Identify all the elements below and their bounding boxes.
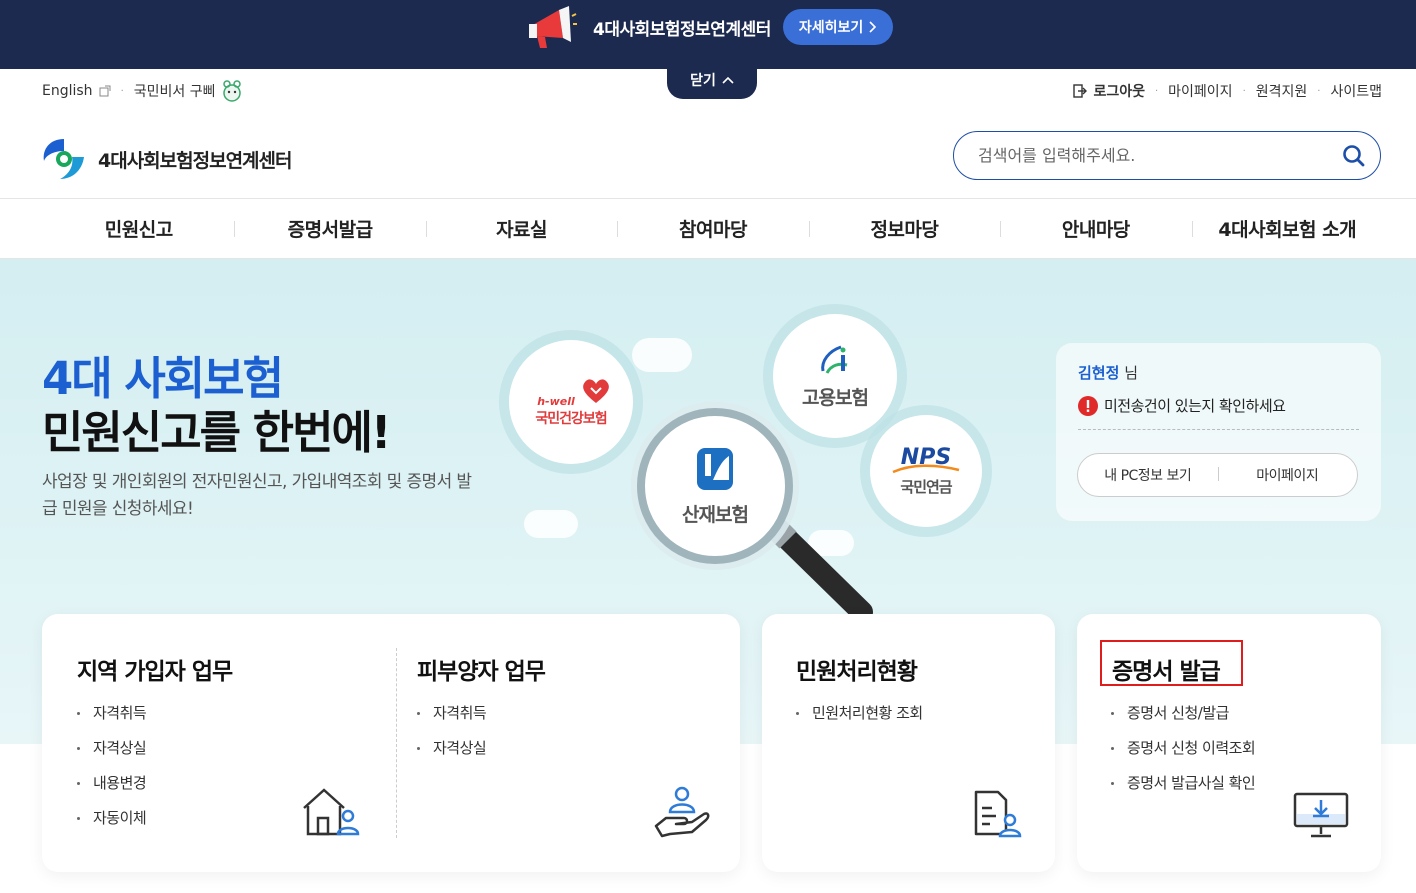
main-nav: 민원신고 증명서발급 자료실 참여마당 정보마당 안내마당 4대사회보험 소개	[0, 198, 1416, 259]
nav-item-certificate[interactable]: 증명서발급	[234, 215, 425, 242]
user-card-divider	[1078, 429, 1359, 430]
remote-support-link[interactable]: 원격지원	[1256, 81, 1308, 101]
nav-item-civil-report[interactable]: 민원신고	[43, 215, 234, 242]
banner-content: 4대사회보험정보연계센터 자세히보기	[525, 6, 894, 48]
chevron-up-icon	[722, 76, 734, 84]
list-item[interactable]: 민원처리현황 조회	[796, 703, 923, 738]
health-brand-text: h-well	[537, 394, 575, 408]
secretary-link[interactable]: 국민비서 구삐	[134, 81, 216, 101]
my-pc-info-button[interactable]: 내 PC정보 보기	[1078, 465, 1218, 485]
regional-subscriber-title: 지역 가입자 업무	[77, 659, 233, 685]
util-separator: ·	[1242, 85, 1246, 97]
util-separator: ·	[1154, 85, 1159, 97]
list-item[interactable]: 증명서 신청/발급	[1111, 703, 1255, 738]
chevron-right-icon	[869, 21, 877, 33]
house-user-icon	[303, 788, 360, 836]
english-link[interactable]: English	[42, 83, 93, 99]
gubbi-mascot-icon[interactable]	[221, 80, 243, 102]
banner-close-label: 닫기	[690, 73, 716, 89]
hero-description: 사업장 및 개인회원의 전자민원신고, 가입내역조회 및 증명서 발급 민원을 …	[42, 472, 472, 519]
status-list: 민원처리현황 조회	[796, 703, 923, 738]
list-item[interactable]: 내용변경	[77, 773, 147, 808]
user-info-card: 김현정 님 미전송건이 있는지 확인하세요 내 PC정보 보기 마이페이지	[1056, 343, 1381, 521]
nav-item-participation[interactable]: 참여마당	[617, 215, 808, 242]
list-item[interactable]: 자격상실	[77, 738, 147, 773]
nav-item-library[interactable]: 자료실	[425, 215, 617, 242]
employment-insurance-bubble: 고용보험	[773, 314, 897, 438]
monitor-download-icon	[1293, 792, 1349, 838]
logo-emblem-icon	[43, 139, 84, 179]
logo-text: 4대사회보험정보연계센터	[98, 149, 293, 172]
pension-swoosh-icon	[892, 464, 960, 474]
user-alert-text: 미전송건이 있는지 확인하세요	[1104, 397, 1286, 415]
list-item[interactable]: 자동이체	[77, 808, 147, 843]
util-left: English · 국민비서 구삐	[42, 80, 243, 102]
certificate-list: 증명서 신청/발급 증명서 신청 이력조회 증명서 발급사실 확인	[1111, 703, 1256, 808]
user-button-group: 내 PC정보 보기 마이페이지	[1077, 453, 1358, 497]
health-insurance-bubble: h-well 국민건강보험	[509, 340, 633, 464]
card-divider	[396, 648, 397, 838]
list-item[interactable]: 증명서 발급사실 확인	[1111, 773, 1256, 808]
search-input[interactable]	[978, 146, 1342, 165]
util-separator: ·	[120, 85, 124, 97]
user-greeting: 김현정 님	[1078, 362, 1138, 383]
list-item[interactable]: 자격상실	[417, 738, 487, 773]
industrial-insurance-label: 산재보험	[682, 503, 749, 526]
search-icon[interactable]	[1342, 144, 1366, 168]
util-right: 로그아웃 · 마이페이지 · 원격지원 · 사이트맵	[1073, 80, 1382, 102]
alert-icon	[1078, 395, 1098, 416]
nav-item-information[interactable]: 정보마당	[808, 215, 1000, 242]
user-name: 김현정	[1078, 364, 1120, 382]
site-logo[interactable]: 4대사회보험정보연계센터	[40, 135, 293, 183]
sitemap-link[interactable]: 사이트맵	[1330, 81, 1382, 101]
dependent-title: 피부양자 업무	[417, 659, 546, 685]
list-item[interactable]: 증명서 신청 이력조회	[1111, 738, 1256, 773]
dependent-list: 자격취득 자격상실	[417, 703, 487, 773]
hand-user-icon	[654, 786, 710, 838]
banner-detail-button[interactable]: 자세히보기	[782, 9, 894, 45]
employment-insurance-label: 고용보험	[802, 386, 869, 409]
banner-close-button[interactable]: 닫기	[667, 61, 757, 99]
certificate-title: 증명서 발급	[1112, 659, 1221, 685]
heart-icon	[583, 378, 609, 403]
pension-label: 국민연금	[900, 478, 952, 496]
mypage-link[interactable]: 마이페이지	[1168, 81, 1232, 101]
logout-icon	[1073, 84, 1088, 98]
regional-subscriber-list: 자격취득 자격상실 내용변경 자동이체	[77, 703, 147, 843]
search-box	[953, 131, 1381, 180]
user-alert: 미전송건이 있는지 확인하세요	[1078, 395, 1286, 416]
logout-link[interactable]: 로그아웃	[1093, 81, 1145, 101]
certificate-card: 증명서 발급 증명서 신청/발급 증명서 신청 이력조회 증명서 발급사실 확인	[1077, 614, 1381, 872]
banner-detail-label: 자세히보기	[798, 20, 864, 36]
user-name-suffix: 님	[1124, 364, 1138, 382]
util-separator: ·	[1317, 85, 1321, 97]
external-link-icon	[99, 85, 111, 97]
subscriber-card: 지역 가입자 업무 자격취득 자격상실 내용변경 자동이체 피부양자 업무 자격…	[42, 614, 740, 872]
document-user-icon	[974, 790, 1022, 838]
hero-title-line2: 민원신고를 한번에!	[42, 406, 391, 459]
health-insurance-label: 국민건강보험	[535, 410, 607, 427]
banner-text: 4대사회보험정보연계센터	[593, 19, 771, 40]
cloud-decoration	[524, 510, 578, 538]
user-mypage-button[interactable]: 마이페이지	[1217, 465, 1358, 485]
industrial-logo-icon	[697, 447, 733, 490]
cloud-decoration	[632, 338, 692, 372]
list-item[interactable]: 자격취득	[77, 703, 147, 738]
top-banner: 4대사회보험정보연계센터 자세히보기	[0, 0, 1416, 69]
nav-item-guide[interactable]: 안내마당	[1000, 215, 1191, 242]
megaphone-icon	[529, 6, 577, 48]
industrial-insurance-bubble: 산재보험	[637, 408, 793, 564]
status-card: 민원처리현황 민원처리현황 조회	[762, 614, 1055, 872]
nav-item-about[interactable]: 4대사회보험 소개	[1191, 215, 1383, 242]
list-item[interactable]: 자격취득	[417, 703, 487, 738]
status-title: 민원처리현황	[796, 659, 918, 685]
pension-bubble: NPS 국민연금	[870, 415, 982, 527]
employment-logo-icon	[821, 345, 848, 374]
